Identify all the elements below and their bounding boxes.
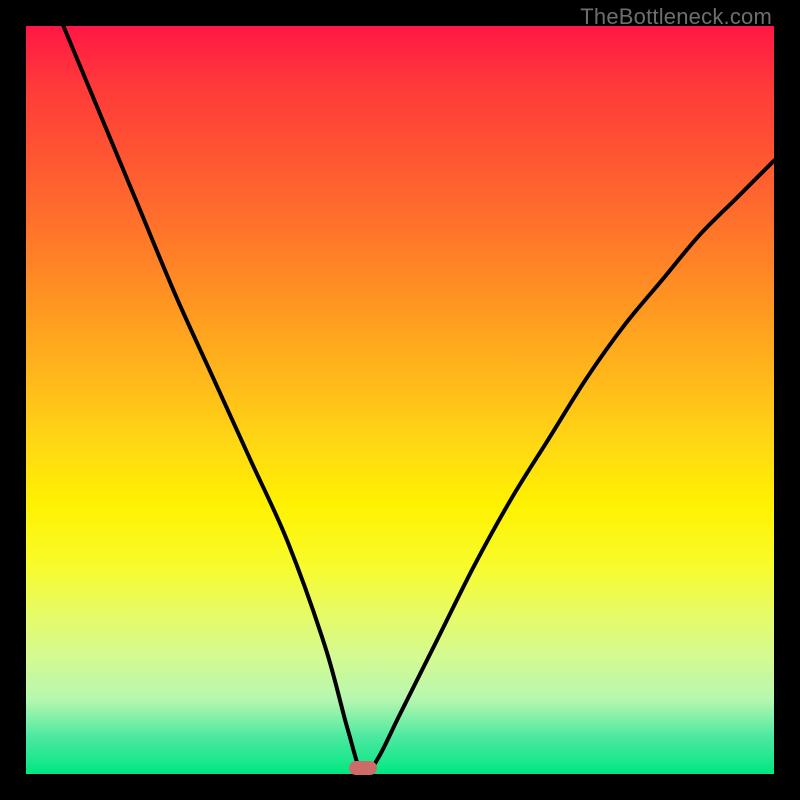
plot-area: [26, 26, 774, 774]
watermark-text: TheBottleneck.com: [580, 4, 772, 30]
minimum-marker: [349, 761, 377, 775]
chart-frame: TheBottleneck.com: [0, 0, 800, 800]
bottleneck-curve: [26, 26, 774, 774]
